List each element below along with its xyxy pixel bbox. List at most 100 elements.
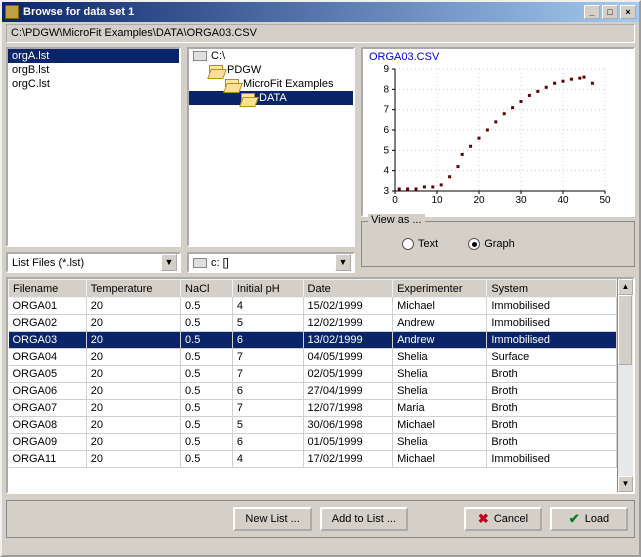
- table-cell: Shelia: [393, 349, 487, 366]
- table-cell: 6: [232, 434, 303, 451]
- table-cell: 20: [86, 434, 180, 451]
- column-header[interactable]: Date: [303, 280, 393, 298]
- table-row[interactable]: ORGA02200.5512/02/1999AndrewImmobilised: [9, 315, 617, 332]
- tree-item[interactable]: PDGW: [189, 63, 353, 77]
- table-row[interactable]: ORGA04200.5704/05/1999SheliaSurface: [9, 349, 617, 366]
- view-as-graph-radio[interactable]: Graph: [468, 238, 515, 250]
- lst-file-list[interactable]: orgA.lstorgB.lstorgC.lst: [6, 47, 181, 247]
- view-as-text-radio[interactable]: Text: [402, 238, 438, 250]
- table-cell: ORGA05: [9, 366, 87, 383]
- svg-text:30: 30: [515, 195, 527, 206]
- column-header[interactable]: Filename: [9, 280, 87, 298]
- table-cell: ORGA11: [9, 451, 87, 468]
- tree-item[interactable]: MicroFit Examples: [189, 77, 353, 91]
- svg-text:6: 6: [383, 125, 389, 136]
- table-cell: 15/02/1999: [303, 298, 393, 315]
- table-cell: ORGA07: [9, 400, 87, 417]
- load-button[interactable]: ✔ Load: [550, 507, 628, 531]
- chevron-down-icon[interactable]: ▼: [335, 254, 351, 271]
- add-to-list-button[interactable]: Add to List ...: [320, 507, 408, 531]
- svg-text:4: 4: [383, 166, 389, 177]
- chevron-down-icon[interactable]: ▼: [161, 254, 177, 271]
- dialog-window: Browse for data set 1 _ □ × C:\PDGW\Micr…: [0, 0, 641, 557]
- table-cell: ORGA01: [9, 298, 87, 315]
- table-row[interactable]: ORGA06200.5627/04/1999SheliaBroth: [9, 383, 617, 400]
- table-cell: 4: [232, 298, 303, 315]
- table-row[interactable]: ORGA05200.5702/05/1999SheliaBroth: [9, 366, 617, 383]
- folder-icon: [209, 65, 223, 76]
- table-cell: 5: [232, 417, 303, 434]
- table-row[interactable]: ORGA01200.5415/02/1999MichaelImmobilised: [9, 298, 617, 315]
- scroll-down-button[interactable]: ▼: [618, 476, 633, 492]
- table-row[interactable]: ORGA08200.5530/06/1998MichaelBroth: [9, 417, 617, 434]
- folder-tree[interactable]: C:\PDGWMicroFit ExamplesDATA: [187, 47, 355, 247]
- svg-text:40: 40: [557, 195, 569, 206]
- close-button[interactable]: ×: [620, 5, 636, 19]
- tree-item[interactable]: C:\: [189, 49, 353, 63]
- file-filter-value: List Files (*.lst): [12, 257, 84, 269]
- folder-icon: [241, 93, 255, 104]
- table-cell: 7: [232, 366, 303, 383]
- column-header[interactable]: Temperature: [86, 280, 180, 298]
- table-cell: 4: [232, 451, 303, 468]
- table-cell: ORGA08: [9, 417, 87, 434]
- view-as-text-label: Text: [418, 238, 438, 250]
- svg-text:10: 10: [431, 195, 443, 206]
- column-header[interactable]: NaCl: [181, 280, 233, 298]
- table-cell: 20: [86, 400, 180, 417]
- maximize-button[interactable]: □: [602, 5, 618, 19]
- table-row[interactable]: ORGA03200.5613/02/1999AndrewImmobilised: [9, 332, 617, 349]
- scroll-up-button[interactable]: ▲: [618, 279, 633, 295]
- tree-item[interactable]: DATA: [189, 91, 353, 105]
- lst-item[interactable]: orgC.lst: [8, 77, 179, 91]
- table-cell: Broth: [487, 400, 617, 417]
- table-scrollbar[interactable]: ▲ ▼: [617, 279, 633, 492]
- table-cell: 01/05/1999: [303, 434, 393, 451]
- lst-item[interactable]: orgB.lst: [8, 63, 179, 77]
- table-cell: Michael: [393, 451, 487, 468]
- minimize-button[interactable]: _: [584, 5, 600, 19]
- cancel-button[interactable]: ✖ Cancel: [464, 507, 542, 531]
- column-header[interactable]: System: [487, 280, 617, 298]
- table-cell: ORGA06: [9, 383, 87, 400]
- file-filter-dropdown[interactable]: List Files (*.lst) ▼: [6, 252, 181, 273]
- table-cell: 20: [86, 383, 180, 400]
- table-cell: 0.5: [181, 332, 233, 349]
- table-cell: 7: [232, 349, 303, 366]
- svg-text:0: 0: [392, 195, 398, 206]
- new-list-button[interactable]: New List ...: [233, 507, 311, 531]
- data-table[interactable]: FilenameTemperatureNaClInitial pHDateExp…: [6, 277, 635, 494]
- table-cell: 0.5: [181, 383, 233, 400]
- table-cell: 20: [86, 451, 180, 468]
- table-cell: Andrew: [393, 332, 487, 349]
- table-cell: 20: [86, 349, 180, 366]
- table-cell: 0.5: [181, 366, 233, 383]
- column-header[interactable]: Initial pH: [232, 280, 303, 298]
- table-cell: Andrew: [393, 315, 487, 332]
- table-cell: 0.5: [181, 451, 233, 468]
- table-cell: 20: [86, 417, 180, 434]
- lst-item[interactable]: orgA.lst: [8, 49, 179, 63]
- table-cell: 12/07/1998: [303, 400, 393, 417]
- tree-item-label: C:\: [211, 50, 225, 62]
- check-icon: ✔: [569, 511, 580, 527]
- table-cell: Michael: [393, 298, 487, 315]
- table-cell: ORGA09: [9, 434, 87, 451]
- column-header[interactable]: Experimenter: [393, 280, 487, 298]
- table-cell: ORGA04: [9, 349, 87, 366]
- new-list-label: New List ...: [245, 513, 299, 525]
- table-row[interactable]: ORGA09200.5601/05/1999SheliaBroth: [9, 434, 617, 451]
- svg-text:9: 9: [383, 65, 389, 75]
- table-cell: Shelia: [393, 383, 487, 400]
- drive-icon: [193, 51, 207, 61]
- table-row[interactable]: ORGA11200.5417/02/1999MichaelImmobilised: [9, 451, 617, 468]
- table-cell: Shelia: [393, 434, 487, 451]
- svg-text:3: 3: [383, 186, 389, 197]
- scroll-thumb[interactable]: [618, 295, 632, 365]
- table-cell: 20: [86, 366, 180, 383]
- table-row[interactable]: ORGA07200.5712/07/1998MariaBroth: [9, 400, 617, 417]
- add-to-list-label: Add to List ...: [332, 513, 396, 525]
- drive-dropdown[interactable]: c: [] ▼: [187, 252, 355, 273]
- svg-text:20: 20: [473, 195, 485, 206]
- table-cell: 6: [232, 383, 303, 400]
